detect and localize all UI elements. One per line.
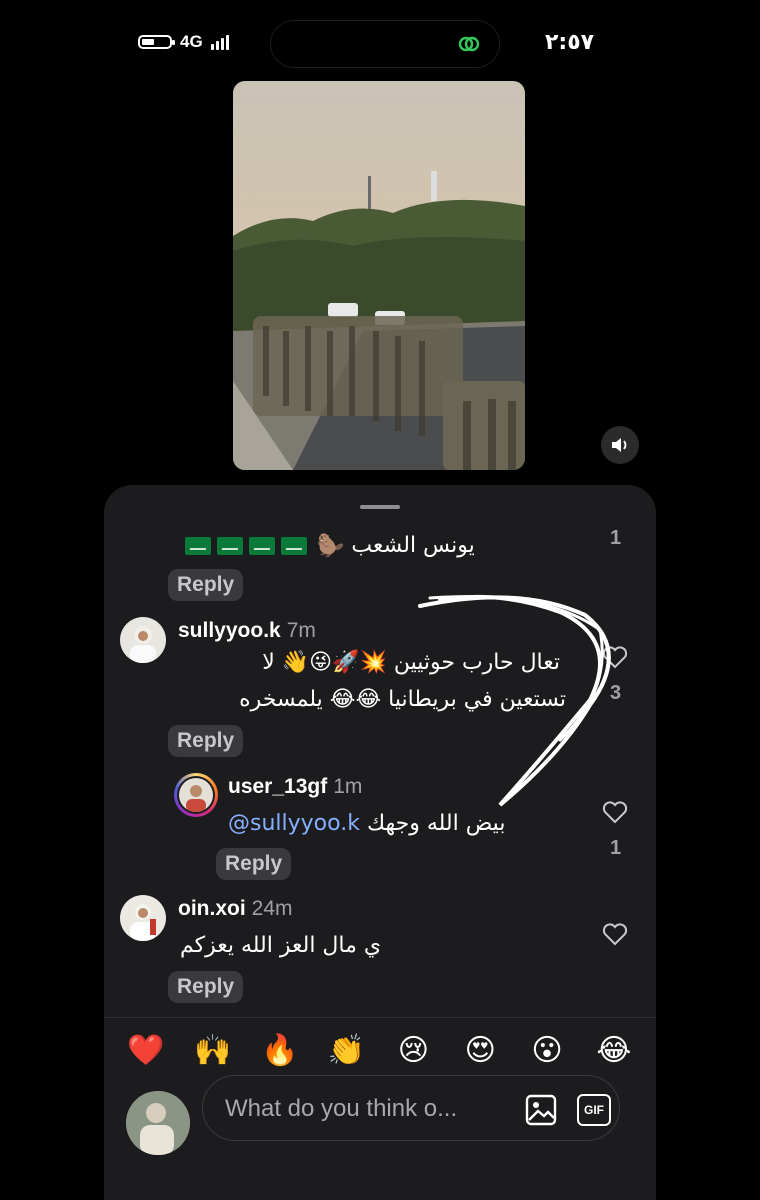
heart-icon[interactable] xyxy=(602,922,628,946)
dynamic-island xyxy=(270,20,500,68)
status-left: 4G xyxy=(138,32,229,52)
heart-icon[interactable] xyxy=(602,800,628,824)
sheet-handle[interactable] xyxy=(360,505,400,509)
network-type: 4G xyxy=(180,32,203,51)
mute-button[interactable] xyxy=(601,426,639,464)
battery-icon xyxy=(138,35,175,49)
comment-username[interactable]: sullyyoo.k 7m xyxy=(178,619,316,643)
beaver-icon: 🦫 xyxy=(317,533,345,559)
quick-reactions: ❤️ 🙌 🔥 👏 😢 😍 😮 😂 xyxy=(124,1031,636,1071)
link-icon xyxy=(458,36,480,52)
divider xyxy=(104,1017,656,1018)
speaker-icon xyxy=(612,438,627,452)
status-time: ٢:٥٧ xyxy=(545,30,595,55)
comment-text: تستعين في بريطانيا 😂😂 يلمسخره xyxy=(239,687,566,712)
avatar[interactable] xyxy=(120,895,166,941)
reaction-laugh[interactable]: 😂 xyxy=(592,1031,636,1071)
my-avatar[interactable] xyxy=(126,1091,190,1155)
like-count: 3 xyxy=(610,682,622,704)
like-count: 1 xyxy=(610,837,622,859)
heart-icon[interactable] xyxy=(602,645,628,669)
reply-button[interactable]: Reply xyxy=(168,725,244,757)
reaction-clap[interactable]: 👏 xyxy=(325,1031,369,1071)
saudi-flag-icon xyxy=(249,537,275,555)
comment-composer: GIF xyxy=(202,1075,620,1141)
comment-username[interactable]: oin.xoi 24m xyxy=(178,897,293,921)
video-player[interactable] xyxy=(233,81,525,470)
avatar[interactable] xyxy=(120,617,166,663)
reaction-cry[interactable]: 😢 xyxy=(391,1031,435,1071)
reply-button[interactable]: Reply xyxy=(216,848,292,880)
saudi-flag-icon xyxy=(185,537,211,555)
comment-text: ي مال العز الله يعزكم xyxy=(180,933,382,958)
gif-button[interactable]: GIF xyxy=(577,1094,611,1126)
reply-button[interactable]: Reply xyxy=(168,971,244,1003)
saudi-flag-icon xyxy=(217,537,243,555)
like-count: 1 xyxy=(610,527,622,549)
comment-input[interactable] xyxy=(223,1090,517,1128)
signal-icon xyxy=(210,34,229,50)
mention-link[interactable]: @sullyyoo.k xyxy=(228,811,360,836)
reaction-surprised[interactable]: 😮 xyxy=(525,1031,569,1071)
reaction-fire[interactable]: 🔥 xyxy=(258,1031,302,1071)
comments-sheet: 🦫 يونس الشعب 1 Reply sullyyoo.k 7m تعال ح… xyxy=(104,485,656,1200)
video-frame xyxy=(233,81,525,470)
partial-comment: 🦫 يونس الشعب xyxy=(182,533,475,559)
reply-button[interactable]: Reply xyxy=(168,569,244,601)
reaction-heart-eyes[interactable]: 😍 xyxy=(458,1031,502,1071)
comment-text: تعال حارب حوثيين 💥🚀😜👋 لا xyxy=(262,650,560,675)
comment-username[interactable]: user_13gf 1m xyxy=(228,775,362,799)
reaction-heart[interactable]: ❤️ xyxy=(124,1031,168,1071)
reaction-raised-hands[interactable]: 🙌 xyxy=(191,1031,235,1071)
image-icon[interactable] xyxy=(525,1094,557,1126)
saudi-flag-icon xyxy=(281,537,307,555)
comment-text: @sullyyoo.k بيض الله وجهك xyxy=(228,811,506,836)
avatar-story-ring[interactable] xyxy=(174,773,218,817)
